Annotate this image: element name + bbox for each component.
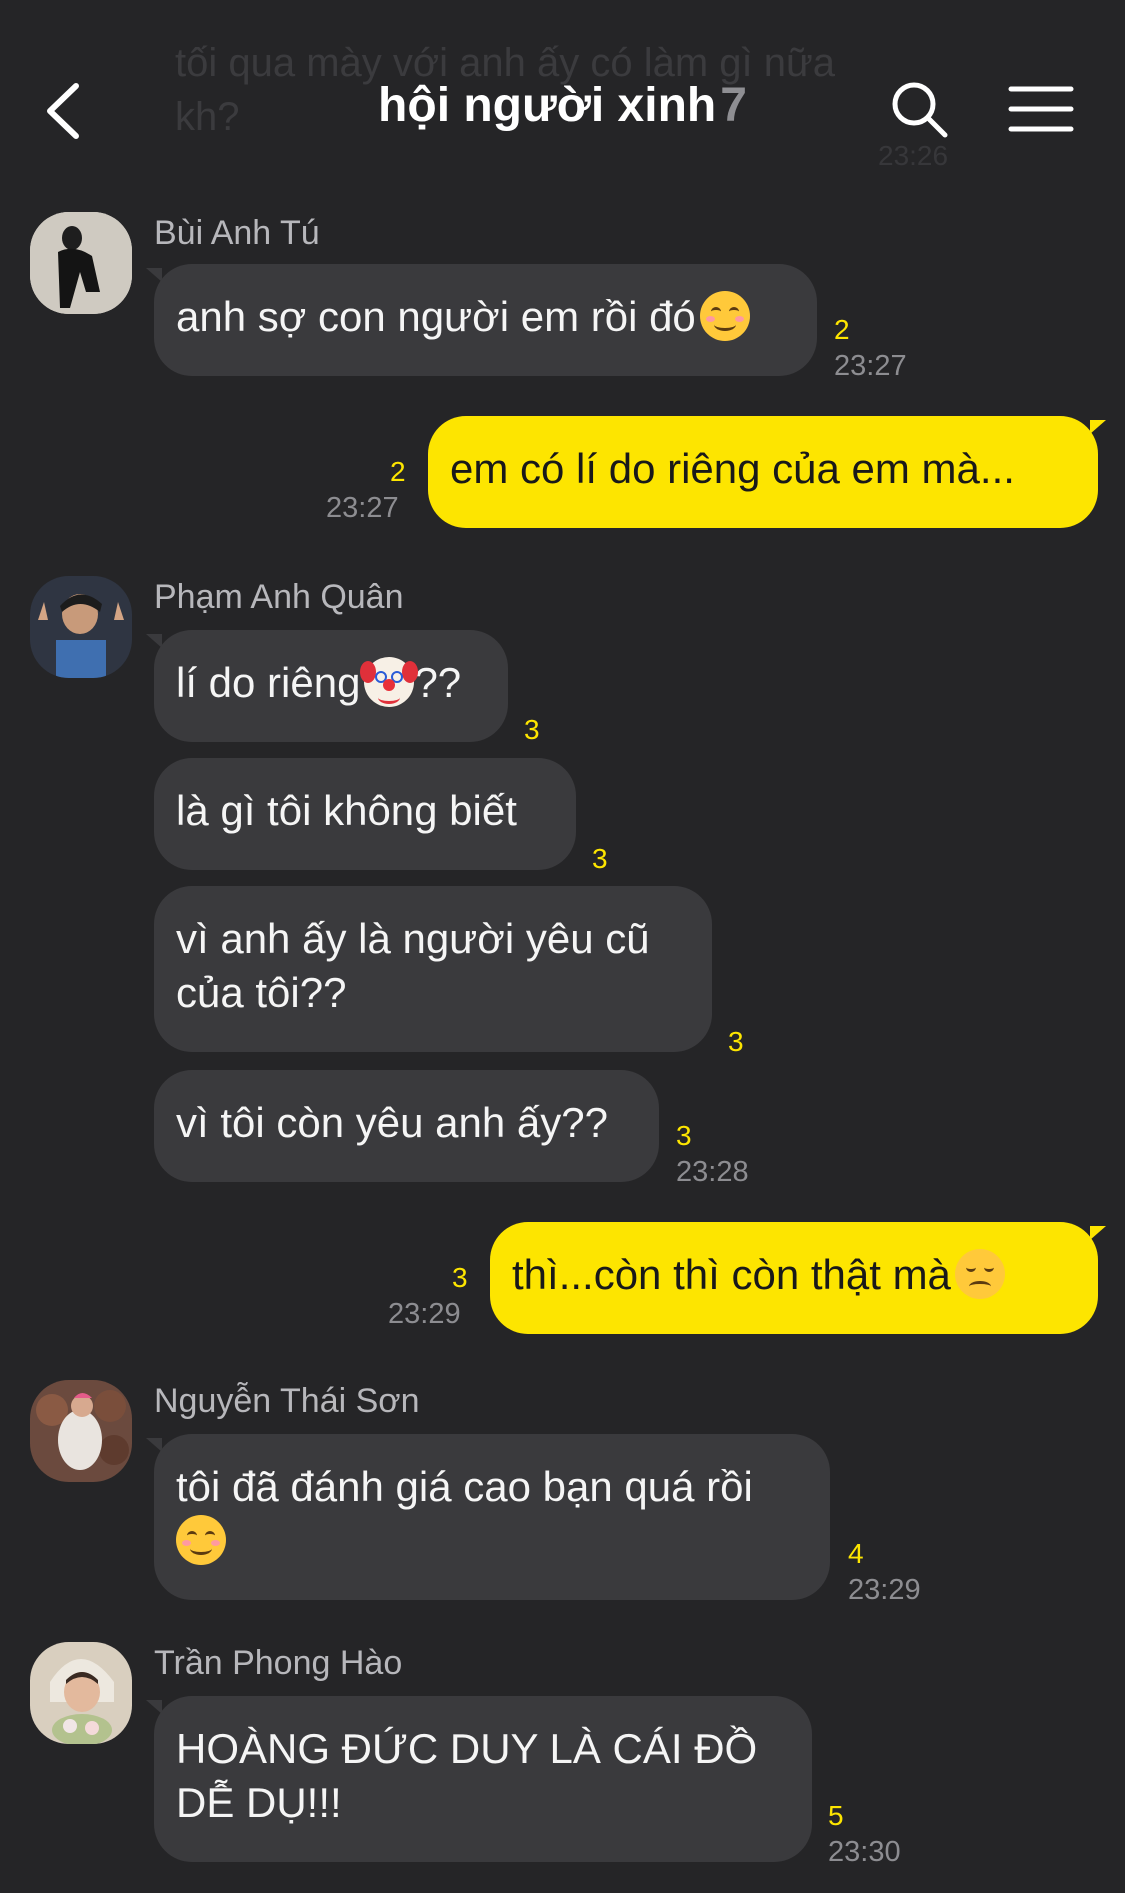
sender-name: Bùi Anh Tú [154,214,320,252]
avatar-bui-anh-tu[interactable] [30,212,132,314]
search-button[interactable] [890,80,950,140]
sender-name: Nguyễn Thái Sơn [154,1382,420,1420]
smiling-face-emoji-icon [699,291,750,341]
chat-name: hội người xinh [378,79,717,132]
sender-name: Trần Phong Hào [154,1644,403,1682]
menu-icon [1008,86,1074,132]
member-count: 7 [720,79,747,132]
message-bubble[interactable]: là gì tôi không biết [154,758,576,870]
avatar-photo [30,212,132,314]
unread-count: 3 [452,1262,468,1293]
avatar-tran-phong-hao[interactable] [30,1642,132,1744]
message-text: anh sợ con người em rồi đó [176,293,696,340]
chat-title: hội người xinh7 [0,78,1125,133]
unread-count: 2 [834,314,850,345]
message-text: HOÀNG ĐỨC DUY LÀ CÁI ĐỒ DỄ DỤ!!! [176,1725,758,1826]
bubble-tail [1090,420,1106,434]
message-text: là gì tôi không biết [176,787,517,834]
unread-count: 3 [728,1026,744,1057]
menu-button[interactable] [1008,84,1074,134]
unread-count: 5 [828,1800,844,1831]
unread-count: 3 [676,1120,692,1151]
chat-header: tối qua mày với anh ấy có làm gì nữa kh?… [0,0,1125,200]
unread-count: 3 [592,843,608,874]
message-text: vì tôi còn yêu anh ấy?? [176,1099,608,1146]
message-bubble[interactable]: vì tôi còn yêu anh ấy?? [154,1070,659,1182]
message-bubble[interactable]: HOÀNG ĐỨC DUY LÀ CÁI ĐỒ DỄ DỤ!!! [154,1696,812,1862]
message-bubble[interactable]: thì...còn thì còn thật mà [490,1222,1098,1334]
message-bubble[interactable]: vì anh ấy là người yêu cũ của tôi?? [154,886,712,1052]
message-text-suffix: ?? [414,659,462,706]
unread-count: 2 [390,456,406,487]
avatar-photo [30,1380,132,1482]
message-text: tôi đã đánh giá cao bạn quá rồi [176,1463,753,1510]
message-bubble[interactable]: tôi đã đánh giá cao bạn quá rồi [154,1434,830,1600]
message-text: vì anh ấy là người yêu cũ của tôi?? [176,915,650,1016]
message-time: 23:30 [828,1836,901,1868]
message-time: 23:27 [834,350,907,382]
avatar-photo [30,576,132,678]
unread-count: 4 [848,1538,864,1569]
message-time: 23:29 [848,1574,921,1606]
bubble-tail [1090,1226,1106,1240]
message-bubble[interactable]: anh sợ con người em rồi đó [154,264,817,376]
unread-count: 3 [524,714,540,745]
avatar-nguyen-thai-son[interactable] [30,1380,132,1482]
search-icon [892,82,948,138]
avatar-photo [30,1642,132,1744]
disappointed-face-emoji-icon [954,1249,1005,1299]
clown-face-emoji-icon [360,657,419,707]
message-time: 23:27 [326,492,399,524]
scrolled-message-time: 23:26 [878,140,949,171]
message-time: 23:28 [676,1156,749,1188]
message-text: em có lí do riêng của em mà... [450,445,1015,492]
message-text: thì...còn thì còn thật mà [512,1251,951,1298]
message-text: lí do riêng [176,659,361,706]
message-time: 23:29 [388,1298,461,1330]
smiling-face-emoji-icon [176,1515,226,1565]
avatar-pham-anh-quan[interactable] [30,576,132,678]
sender-name: Phạm Anh Quân [154,578,404,616]
message-bubble[interactable]: lí do riêng?? [154,630,508,742]
message-bubble[interactable]: em có lí do riêng của em mà... [428,416,1098,528]
